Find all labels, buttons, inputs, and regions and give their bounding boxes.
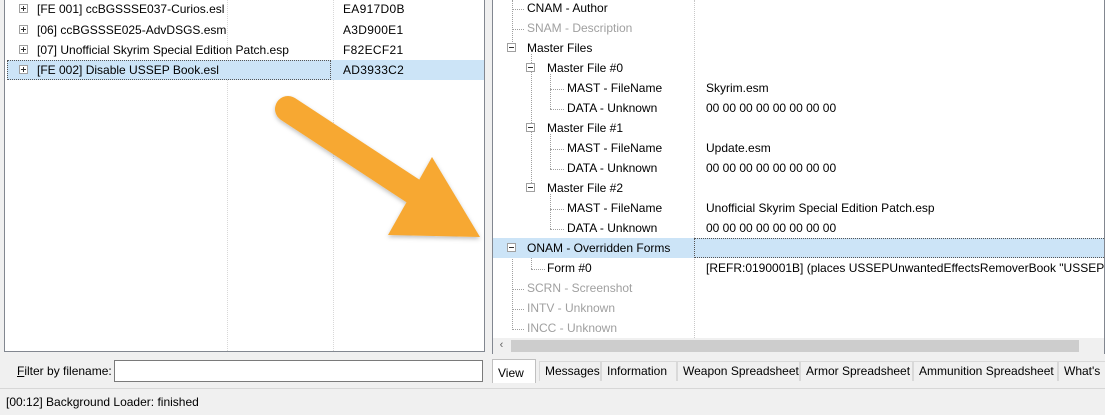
collapse-icon[interactable] <box>507 43 516 52</box>
record-row-snam[interactable]: SNAM - Description <box>493 18 1104 38</box>
record-label: CNAM - Author <box>527 1 608 15</box>
tab-messages[interactable]: Messages <box>539 361 601 381</box>
status-text: [00:12] Background Loader: finished <box>6 395 199 409</box>
record-row-data-1[interactable]: DATA - Unknown 00 00 00 00 00 00 00 00 <box>493 158 1104 178</box>
file-tree[interactable]: [FE 001] ccBGSSSE037-Curios.esl EA917D0B… <box>4 0 485 352</box>
record-label: MAST - FileName <box>567 141 663 155</box>
record-label: DATA - Unknown <box>567 101 658 115</box>
record-value: Unofficial Skyrim Special Edition Patch.… <box>706 201 935 215</box>
record-label: INTV - Unknown <box>527 301 616 315</box>
record-value: Skyrim.esm <box>706 81 769 95</box>
record-label: SCRN - Screenshot <box>527 281 633 295</box>
record-row-form-0[interactable]: Form #0 [REFR:0190001B] (places USSEPUnw… <box>493 258 1105 278</box>
collapse-icon[interactable] <box>526 183 535 192</box>
record-label: DATA - Unknown <box>567 221 658 235</box>
record-value: 00 00 00 00 00 00 00 00 <box>706 221 837 235</box>
record-label: SNAM - Description <box>527 21 633 35</box>
tab-bar: View Messages Information Weapon Spreads… <box>492 359 1105 383</box>
collapse-icon[interactable] <box>526 123 535 132</box>
tab-information[interactable]: Information <box>601 361 677 381</box>
scroll-left-icon[interactable]: ‹ <box>493 338 510 354</box>
record-label: Master File #0 <box>547 61 624 75</box>
record-row-intv[interactable]: INTV - Unknown <box>493 298 1104 318</box>
file-id: A3D900E1 <box>343 23 404 37</box>
record-row-scrn[interactable]: SCRN - Screenshot <box>493 278 1104 298</box>
record-row-data-2[interactable]: DATA - Unknown 00 00 00 00 00 00 00 00 <box>493 218 1104 238</box>
tab-armor-spreadsheet[interactable]: Armor Spreadsheet <box>800 361 913 381</box>
expand-icon[interactable] <box>19 4 28 13</box>
record-value: [REFR:0190001B] (places USSEPUnwantedEff… <box>706 261 1105 275</box>
record-row-onam[interactable]: ONAM - Overridden Forms <box>493 238 1104 258</box>
record-row-mast-2[interactable]: MAST - FileName Unofficial Skyrim Specia… <box>493 198 1104 218</box>
filter-input[interactable] <box>114 360 483 382</box>
file-id: AD3933C2 <box>343 63 405 77</box>
tab-ammunition-spreadsheet[interactable]: Ammunition Spreadsheet <box>913 361 1058 381</box>
record-value: 00 00 00 00 00 00 00 00 <box>706 101 837 115</box>
record-label: MAST - FileName <box>567 81 663 95</box>
record-label: INCC - Unknown <box>527 321 618 335</box>
filter-label: Filter by filename: <box>17 364 112 378</box>
record-value: Update.esm <box>706 141 771 155</box>
record-label: Master Files <box>527 41 593 55</box>
record-row-mast-0[interactable]: MAST - FileName Skyrim.esm <box>493 78 1104 98</box>
expand-icon[interactable] <box>19 65 28 74</box>
file-id: F82ECF21 <box>343 43 404 57</box>
expand-icon[interactable] <box>19 25 28 34</box>
record-row-master-file-2[interactable]: Master File #2 <box>493 178 1104 198</box>
file-name: [07] Unofficial Skyrim Special Edition P… <box>37 43 289 57</box>
record-row-incc[interactable]: INCC - Unknown <box>493 318 1104 338</box>
status-bar: [00:12] Background Loader: finished <box>0 388 1105 415</box>
record-row-mast-1[interactable]: MAST - FileName Update.esm <box>493 138 1104 158</box>
record-view[interactable]: CNAM - Author SNAM - Description Master … <box>492 0 1105 354</box>
collapse-icon[interactable] <box>526 63 535 72</box>
file-id: EA917D0B <box>343 2 405 16</box>
file-row-disable-ussep-book[interactable]: [FE 002] Disable USSEP Book.esl AD3933C2 <box>5 60 484 80</box>
file-name: [FE 002] Disable USSEP Book.esl <box>37 63 219 77</box>
tab-view[interactable]: View <box>492 359 536 383</box>
record-label: ONAM - Overridden Forms <box>527 241 671 255</box>
record-row-data-0[interactable]: DATA - Unknown 00 00 00 00 00 00 00 00 <box>493 98 1104 118</box>
record-label: Master File #1 <box>547 121 624 135</box>
record-row-master-file-1[interactable]: Master File #1 <box>493 118 1104 138</box>
record-label: MAST - FileName <box>567 201 663 215</box>
record-row-cnam[interactable]: CNAM - Author <box>493 0 1104 18</box>
scrollbar-thumb[interactable] <box>511 340 1079 352</box>
expand-icon[interactable] <box>19 45 28 54</box>
record-pane: CNAM - Author SNAM - Description Master … <box>492 0 1105 388</box>
file-list-pane: [FE 001] ccBGSSSE037-Curios.esl EA917D0B… <box>0 0 487 388</box>
file-row-advdsgs[interactable]: [06] ccBGSSSE025-AdvDSGS.esm A3D900E1 <box>5 20 484 40</box>
filter-bar: Filter by filename: <box>0 358 487 384</box>
horizontal-scrollbar[interactable]: ‹ <box>493 338 1104 354</box>
file-name: [FE 001] ccBGSSSE037-Curios.esl <box>37 2 225 16</box>
record-label: DATA - Unknown <box>567 161 658 175</box>
file-name: [06] ccBGSSSE025-AdvDSGS.esm <box>37 23 227 37</box>
record-label: Master File #2 <box>547 181 624 195</box>
file-row-ussep[interactable]: [07] Unofficial Skyrim Special Edition P… <box>5 40 484 60</box>
xedit-window: [FE 001] ccBGSSSE037-Curios.esl EA917D0B… <box>0 0 1105 415</box>
record-row-master-file-0[interactable]: Master File #0 <box>493 58 1104 78</box>
focus-rectangle <box>694 238 1104 258</box>
file-row-curios[interactable]: [FE 001] ccBGSSSE037-Curios.esl EA917D0B <box>5 0 484 20</box>
record-value: 00 00 00 00 00 00 00 00 <box>706 161 837 175</box>
record-label: Form #0 <box>547 261 592 275</box>
record-row-master-files[interactable]: Master Files <box>493 38 1104 58</box>
tab-weapon-spreadsheet[interactable]: Weapon Spreadsheet <box>677 361 800 381</box>
tab-whats-new[interactable]: What's <box>1058 361 1105 381</box>
collapse-icon[interactable] <box>507 243 516 252</box>
